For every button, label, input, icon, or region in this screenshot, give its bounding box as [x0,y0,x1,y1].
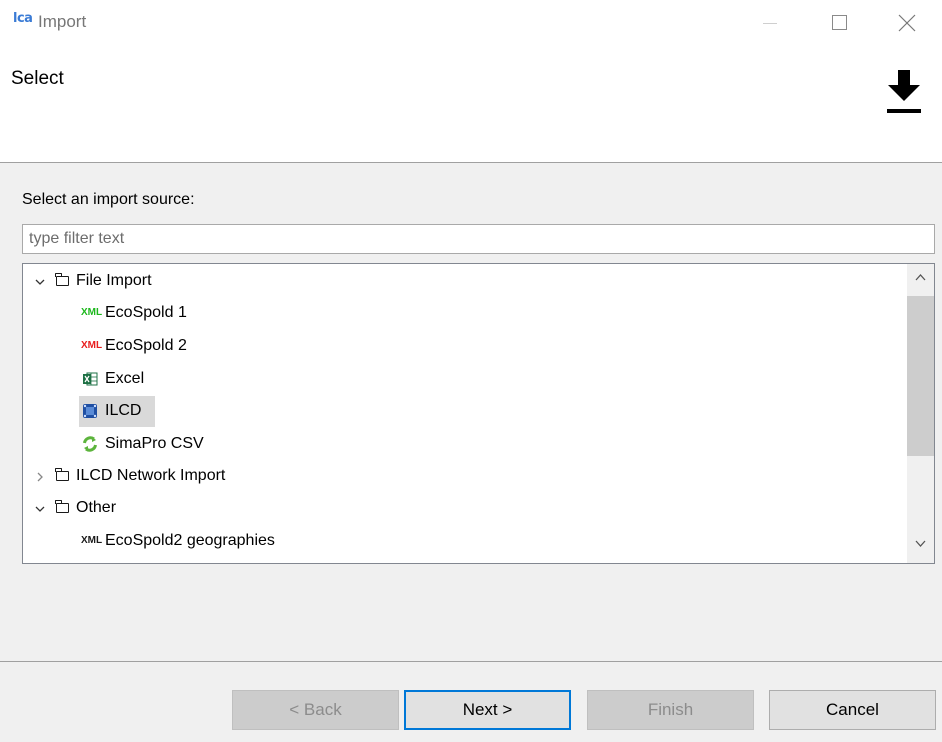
folder-icon [55,500,69,513]
next-button[interactable]: Next > [404,690,571,730]
tree-group-label: Other [76,499,117,516]
wizard-header: Select [0,46,942,162]
minimize-button[interactable] [746,0,792,46]
simapro-icon [83,436,97,452]
title-bar: lca Import [0,0,942,46]
window-title: Import [38,12,87,31]
folder-icon [55,273,69,286]
close-button[interactable] [884,0,930,46]
scroll-up-icon[interactable] [915,274,926,281]
footer-divider [0,661,942,662]
chevron-down-icon[interactable] [35,504,45,514]
finish-button[interactable]: Finish [587,690,754,730]
tree-item-label: EcoSpold 2 [105,337,187,354]
chevron-down-icon[interactable] [35,277,45,287]
tree-group-label: ILCD Network Import [76,467,226,484]
tree-item-label: ILCD [105,402,142,419]
cancel-button[interactable]: Cancel [769,690,936,730]
tree-item-label: EcoSpold2 geographies [105,532,275,549]
maximize-button[interactable] [818,0,864,46]
tree-item-ecospold1[interactable]: XML EcoSpold 1 [23,298,903,328]
tree-item-simapro-csv[interactable]: SimaPro CSV [23,429,903,459]
scrollbar-thumb[interactable] [907,296,934,456]
close-icon [898,14,916,32]
xml-icon: XML [81,535,103,546]
import-source-label: Select an import source: [22,191,195,208]
back-button[interactable]: < Back [232,690,399,730]
tree-item-ecospold2[interactable]: XML EcoSpold 2 [23,331,903,361]
tree-group-label: File Import [76,272,152,289]
tree-group-other[interactable]: Other [23,493,903,523]
xml-icon: XML [81,307,103,318]
tree-item-label: SimaPro CSV [105,435,204,452]
tree-item-label: EcoSpold 1 [105,304,187,321]
tree-group-file-import[interactable]: File Import [23,266,903,296]
tree-group-ilcd-network-import[interactable]: ILCD Network Import [23,461,903,491]
tree-item-ecospold2-geographies[interactable]: XML EcoSpold2 geographies [23,526,903,556]
folder-icon [55,468,69,481]
scroll-down-icon[interactable] [915,540,926,547]
page-title: Select [11,68,64,89]
import-source-tree[interactable]: File Import XML EcoSpold 1 XML EcoSpold … [22,263,935,564]
tree-item-ilcd[interactable]: ILCD [23,396,903,426]
ilcd-icon [83,404,97,418]
chevron-right-icon[interactable] [35,472,45,482]
download-icon [887,70,921,113]
excel-icon [83,372,98,386]
tree-item-excel[interactable]: Excel [23,364,903,394]
tree-item-label: Excel [105,370,145,387]
xml-icon: XML [81,340,103,351]
filter-input[interactable] [22,224,935,254]
vertical-scrollbar[interactable] [907,264,934,563]
app-logo-icon: lca [13,11,33,26]
header-divider [0,162,942,163]
